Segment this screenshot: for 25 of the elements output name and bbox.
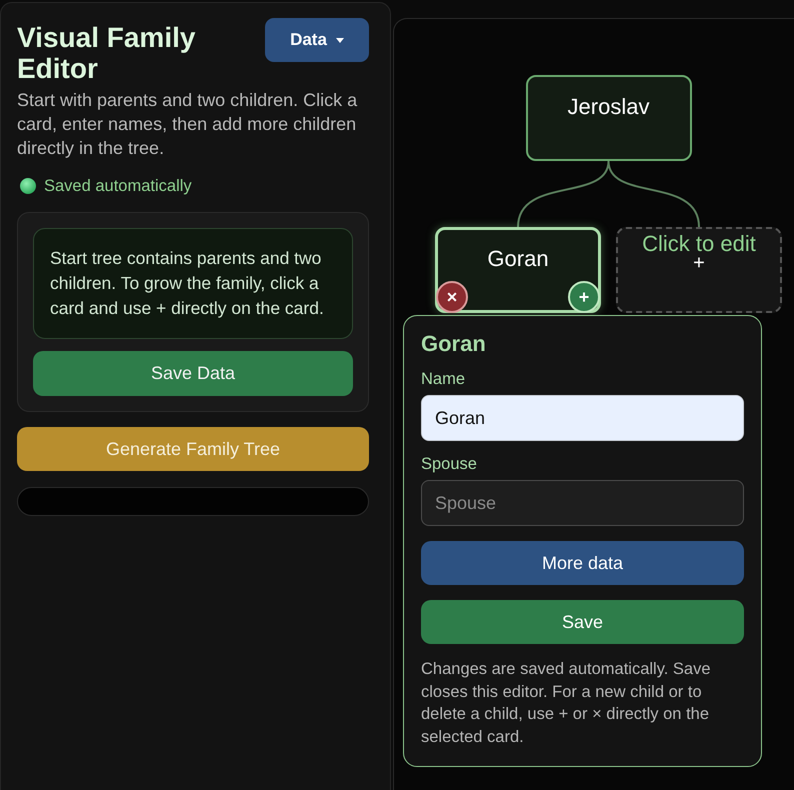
text-input[interactable]: Spouse [421,480,744,526]
field-label: Name [421,370,466,388]
status-dot-icon [20,178,36,194]
person-card[interactable]: Goran × + [435,227,601,313]
save-status-text: Saved automatically [44,177,192,195]
add-child-button[interactable]: + [568,281,600,313]
text-input[interactable]: Goran [421,395,744,441]
placeholder-card[interactable]: Click to edit + [616,227,782,313]
field-label: Spouse [421,455,478,473]
description-text: Start with parents and two children. Click a card, enter names, then add more children directly in the tree. [17,89,358,160]
editor-note: Changes are saved automatically. Save closes this editor. For a new child or to delete a child, use + or × directly on the selected card. [421,659,712,748]
plus-sign: + [692,255,706,272]
save-data-button[interactable]: Save Data [33,351,353,396]
data-menu-button[interactable]: Data [265,18,369,62]
person-card[interactable]: Jeroslav [526,75,692,161]
more-data-button[interactable]: More data [421,541,744,585]
delete-button[interactable]: × [436,281,468,313]
app-title: Visual Family Editor [17,22,196,84]
caret-icon [336,38,344,42]
click-to-edit-label: Click to edit [641,233,757,255]
info-note: Start tree contains parents and two children. To grow the family, click a card and use + directly on the card. [33,228,353,339]
editor-title: Goran [421,332,487,356]
person-name: Jeroslav [568,94,650,119]
save-button[interactable]: Save [421,600,744,644]
person-name: Goran [487,246,549,271]
